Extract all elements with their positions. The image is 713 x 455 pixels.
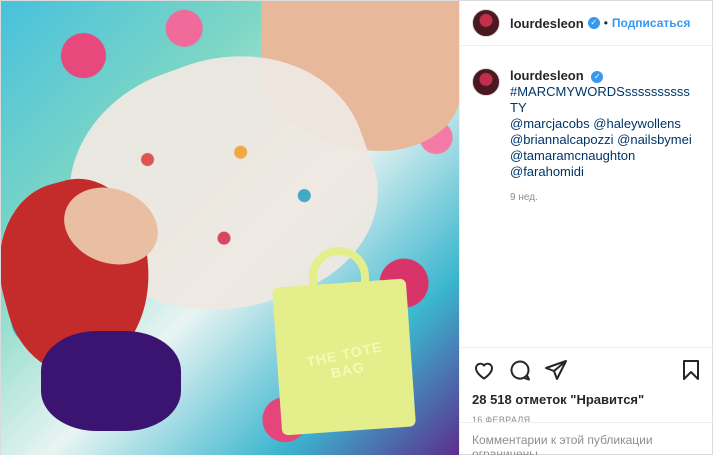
comment-bubble-icon[interactable] [508,358,532,382]
post-photo[interactable]: THE TOTE BAG [1,1,459,455]
paper-plane-icon[interactable] [544,358,568,382]
likes-count[interactable]: 28 518 отметок "Нравится" [472,392,703,407]
post-header: lourdesleon ✓ • Подписаться [460,1,713,46]
caption-block: lourdesleon ✓ #MARCMYWORDSssssssssss TY … [460,46,713,206]
heart-icon[interactable] [472,358,496,382]
caption-age[interactable]: 9 нед. [510,190,702,206]
comments-closed-notice: Комментарии к этой публикации ограничены… [460,422,713,455]
avatar[interactable] [472,9,500,37]
caption-text: lourdesleon ✓ #MARCMYWORDSssssssssss TY … [510,68,702,206]
post-modal: THE TOTE BAG lourdesleon ✓ • Подписаться… [0,0,713,455]
post-side-panel: lourdesleon ✓ • Подписаться lourdesleon … [459,1,713,455]
photo-purple-latex [41,331,181,431]
verified-badge-icon: ✓ [587,17,600,29]
follow-button[interactable]: Подписаться [612,16,690,30]
action-bar: 28 518 отметок "Нравится" 16 ФЕВРАЛЯ [460,347,713,425]
caption-username[interactable]: lourdesleon [510,68,584,83]
caption-mentions-line-2[interactable]: @briannalcapozzi @nailsbymei [510,132,702,148]
header-username[interactable]: lourdesleon [510,16,584,31]
caption-avatar[interactable] [472,68,500,96]
caption-verified-badge-icon: ✓ [591,70,604,83]
caption-mentions-line-3[interactable]: @tamaramcnaughton @farahomidi [510,148,702,180]
separator-dot: • [603,16,608,30]
caption-hashtag-line[interactable]: #MARCMYWORDSssssssssss TY [510,84,702,116]
bookmark-icon[interactable] [679,358,703,382]
caption-mentions-line-1[interactable]: @marcjacobs @haleywollens [510,116,702,132]
action-icons [472,358,703,382]
